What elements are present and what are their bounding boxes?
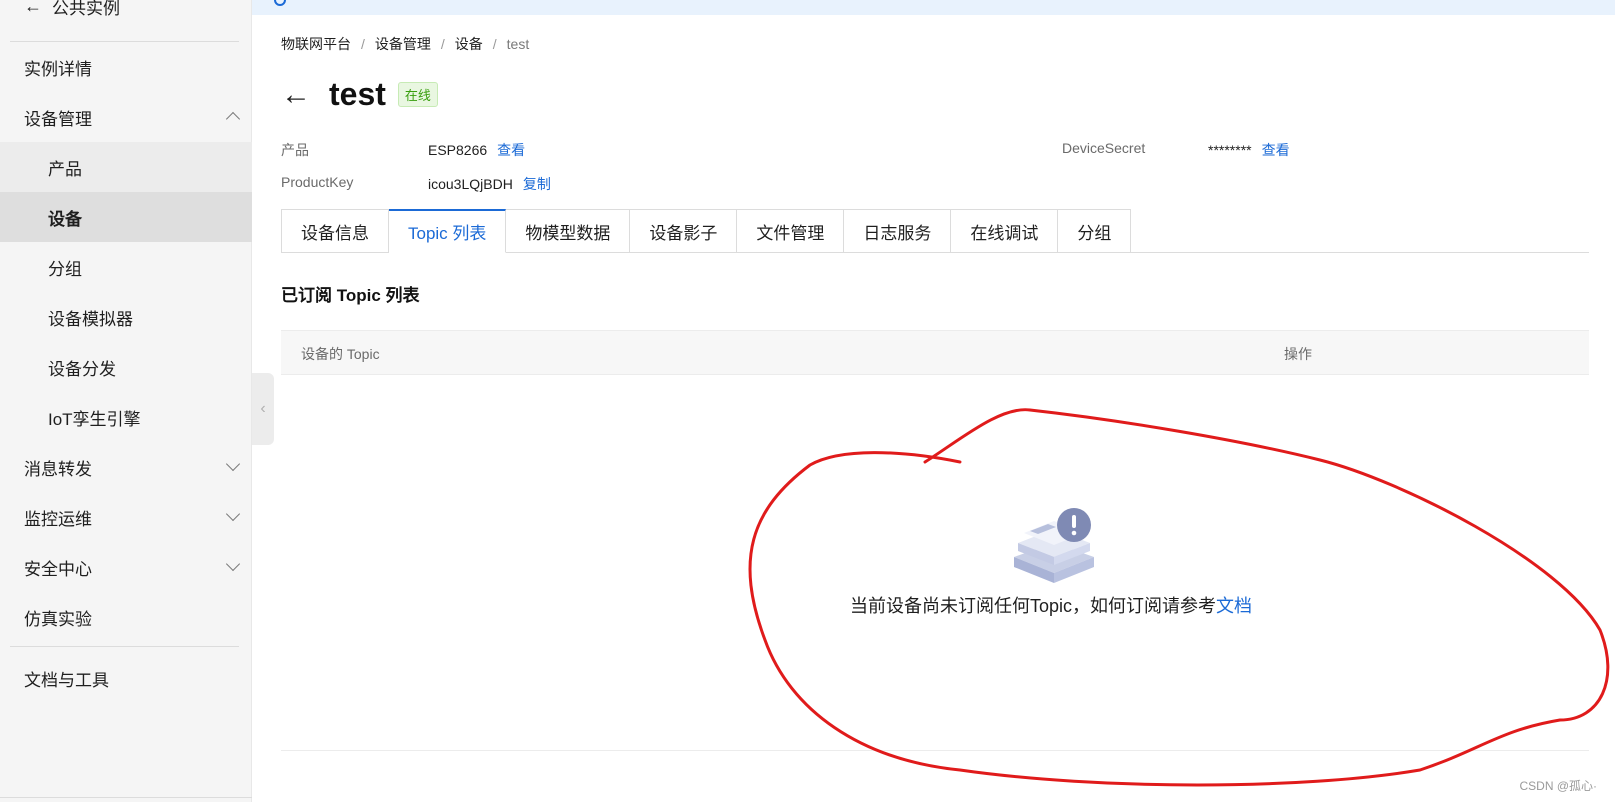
tab-log-service[interactable]: 日志服务 xyxy=(844,209,952,253)
device-tabs: 设备信息 Topic 列表 物模型数据 设备影子 文件管理 日志服务 在线调试 … xyxy=(281,209,1132,253)
page-title: test xyxy=(329,76,386,112)
status-badge: 在线 xyxy=(397,82,438,107)
chevron-down-icon xyxy=(225,506,241,522)
watermark: CSDN @孤心· xyxy=(1519,779,1597,793)
sidebar-divider xyxy=(10,646,239,647)
sidebar-item-devices[interactable]: 设备 xyxy=(0,192,252,242)
sidebar-item-label: 分组 xyxy=(48,259,82,279)
view-devicesecret-link[interactable]: 查看 xyxy=(1262,142,1290,158)
sidebar-item-label: 产品 xyxy=(48,159,82,179)
devicesecret-value: ******** xyxy=(1208,142,1252,158)
sidebar-item-device-management[interactable]: 设备管理 xyxy=(0,92,252,142)
tab-file-management[interactable]: 文件管理 xyxy=(737,209,845,253)
tab-groups[interactable]: 分组 xyxy=(1058,209,1132,253)
sidebar-item-label: 仿真实验 xyxy=(24,609,92,629)
tab-device-shadow[interactable]: 设备影子 xyxy=(630,209,738,253)
sidebar-collapse-handle[interactable]: ‹ xyxy=(252,373,274,445)
tab-device-info[interactable]: 设备信息 xyxy=(281,209,389,253)
tab-online-debug[interactable]: 在线调试 xyxy=(951,209,1059,253)
table-bottom-divider xyxy=(281,750,1589,751)
empty-state-icon xyxy=(1014,508,1094,583)
empty-state-message: 当前设备尚未订阅任何Topic，如何订阅请参考文档 xyxy=(850,592,1252,618)
sidebar-item-simulation-lab[interactable]: 仿真实验 xyxy=(0,592,252,642)
breadcrumb-separator: / xyxy=(361,36,365,52)
copy-productkey-link[interactable]: 复制 xyxy=(523,176,551,192)
product-value: ESP8266 xyxy=(428,142,488,158)
info-icon xyxy=(274,0,286,6)
sidebar-item-monitoring[interactable]: 监控运维 xyxy=(0,492,252,542)
breadcrumb: 物联网平台 / 设备管理 / 设备 / test xyxy=(281,34,529,54)
back-label: 公共实例 xyxy=(52,0,120,18)
sidebar-item-security-center[interactable]: 安全中心 xyxy=(0,542,252,592)
sidebar-item-label: IoT孪生引擎 xyxy=(48,409,141,429)
back-to-instances-link[interactable]: ← 公共实例 xyxy=(24,0,120,18)
arrow-left-icon: ← xyxy=(24,0,42,16)
product-label: 产品 xyxy=(281,142,309,158)
chevron-down-icon xyxy=(225,556,241,572)
devicesecret-value-group: ******** 查看 xyxy=(1208,140,1290,160)
empty-state-text: 当前设备尚未订阅任何Topic，如何订阅请参考 xyxy=(850,596,1217,616)
product-value-group: ESP8266 查看 xyxy=(428,140,525,160)
page-header: ← test 在线 xyxy=(281,76,438,113)
sidebar-item-label: 设备管理 xyxy=(24,109,92,129)
notice-strip xyxy=(252,0,1615,15)
productkey-value: icou3LQjBDH xyxy=(428,176,513,192)
docs-link[interactable]: 文档 xyxy=(1216,596,1252,616)
table-header: 设备的 Topic 操作 xyxy=(281,330,1589,375)
sidebar-item-device-distribution[interactable]: 设备分发 xyxy=(0,342,252,392)
tab-topic-list[interactable]: Topic 列表 xyxy=(389,209,507,253)
sidebar-item-label: 设备模拟器 xyxy=(48,309,133,329)
sidebar-item-label: 设备 xyxy=(48,209,82,229)
sidebar: ← 公共实例 实例详情 设备管理 产品 设备 分组 设备模拟器 设备分发 IoT… xyxy=(0,0,252,802)
devicesecret-label: DeviceSecret xyxy=(1062,140,1146,156)
sidebar-item-label: 安全中心 xyxy=(24,559,92,579)
productkey-value-group: icou3LQjBDH 复制 xyxy=(428,174,551,194)
breadcrumb-separator: / xyxy=(440,36,445,52)
breadcrumb-separator: / xyxy=(492,36,497,52)
sidebar-item-label: 实例详情 xyxy=(24,59,92,79)
productkey-label: ProductKey xyxy=(281,174,354,190)
chevron-left-icon: ‹ xyxy=(260,400,266,417)
view-product-link[interactable]: 查看 xyxy=(497,142,525,158)
sidebar-item-label: 设备分发 xyxy=(48,359,116,379)
tab-thing-model-data[interactable]: 物模型数据 xyxy=(506,209,631,253)
sidebar-item-message-forwarding[interactable]: 消息转发 xyxy=(0,442,252,492)
breadcrumb-devices[interactable]: 设备 xyxy=(455,34,483,54)
back-arrow-icon[interactable]: ← xyxy=(281,79,311,110)
sidebar-item-groups[interactable]: 分组 xyxy=(0,242,252,292)
sidebar-item-instance-details[interactable]: 实例详情 xyxy=(0,42,252,92)
chevron-up-icon xyxy=(225,111,241,127)
chevron-down-icon xyxy=(225,456,241,472)
sidebar-divider xyxy=(0,797,252,798)
sidebar-item-docs-tools[interactable]: 文档与工具 xyxy=(0,653,252,703)
sidebar-item-device-simulator[interactable]: 设备模拟器 xyxy=(0,292,252,342)
sidebar-item-label: 消息转发 xyxy=(24,459,92,479)
breadcrumb-current: test xyxy=(506,36,530,52)
column-header-topic: 设备的 Topic xyxy=(301,346,380,362)
sidebar-item-products[interactable]: 产品 xyxy=(0,142,252,192)
section-title: 已订阅 Topic 列表 xyxy=(281,286,420,305)
sidebar-item-label: 监控运维 xyxy=(24,509,92,529)
breadcrumb-device-management[interactable]: 设备管理 xyxy=(375,34,431,54)
sidebar-item-label: 文档与工具 xyxy=(24,670,109,690)
column-header-action: 操作 xyxy=(1284,346,1312,362)
breadcrumb-iot-platform[interactable]: 物联网平台 xyxy=(281,34,351,54)
sidebar-item-iot-twin-engine[interactable]: IoT孪生引擎 xyxy=(0,392,252,442)
